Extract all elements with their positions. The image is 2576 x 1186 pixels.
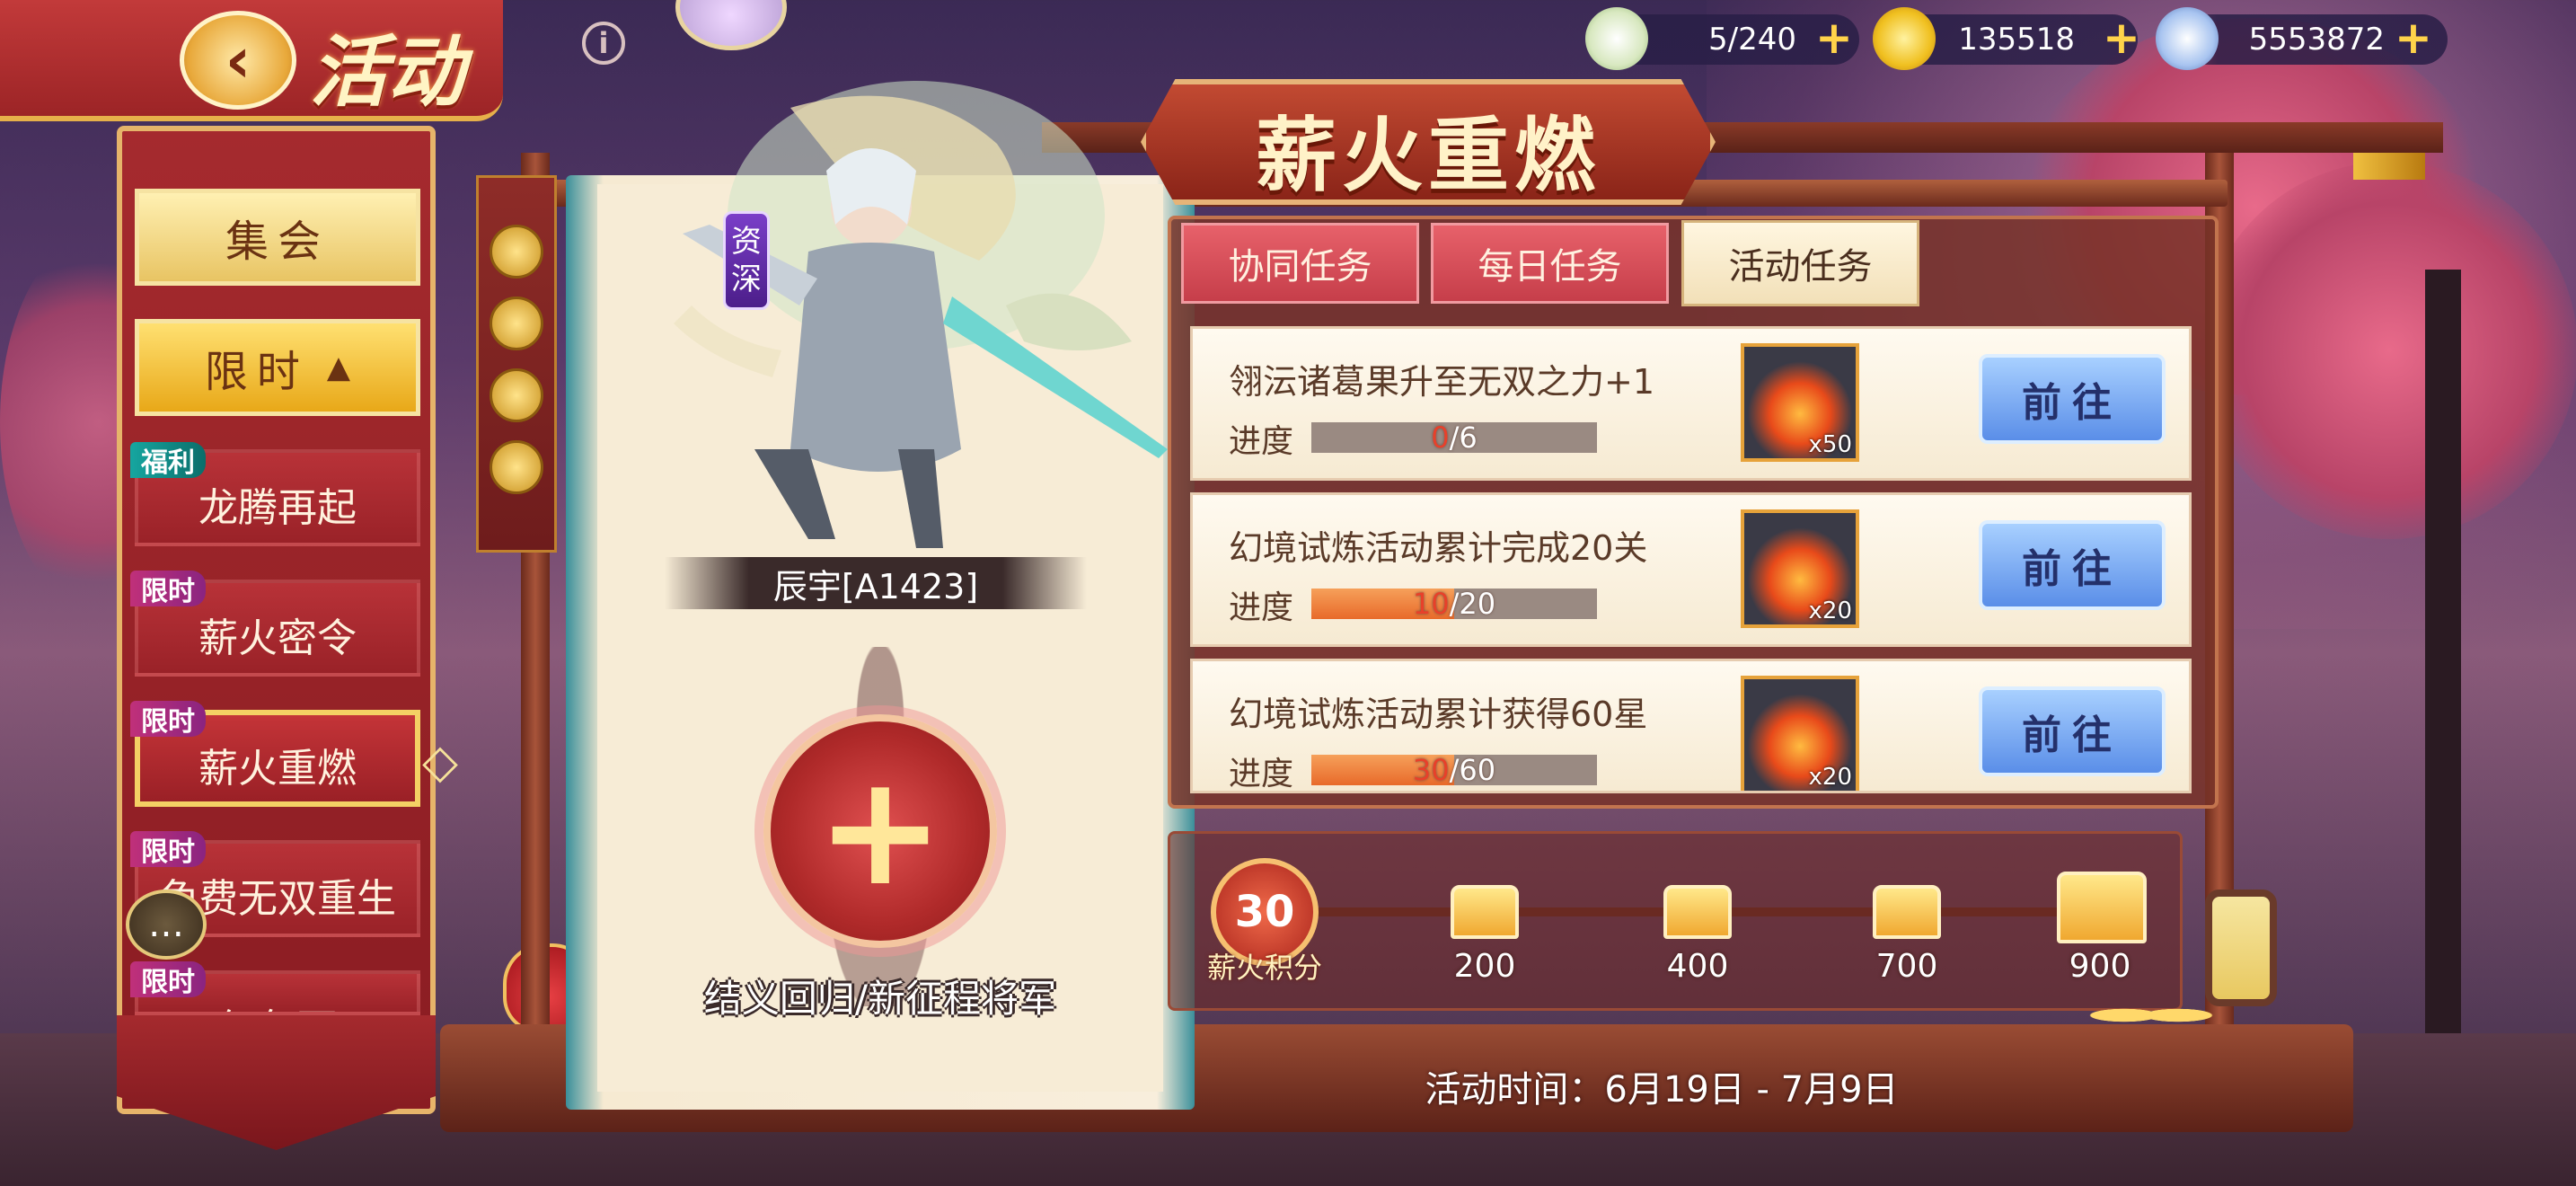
recruit-text: 结义回归/新征程将军 xyxy=(703,977,1057,1021)
badge-char: 深 xyxy=(731,261,762,297)
coin-icon xyxy=(490,296,543,350)
chat-button[interactable]: … xyxy=(126,890,207,960)
badge-char: 资 xyxy=(731,224,762,260)
task-row: 幻境试炼活动累计获得60星 进度 30/60 x20 前往 xyxy=(1190,659,2192,793)
hero-portrait[interactable] xyxy=(575,72,1204,575)
chest-icon[interactable] xyxy=(1663,885,1732,939)
coin-icon xyxy=(490,368,543,422)
silver-coin-icon xyxy=(2156,7,2219,70)
progress-current: 0 xyxy=(1431,420,1450,455)
task-name: 幻境试炼活动累计完成20关 xyxy=(1229,528,1648,568)
milestone-value: 900 xyxy=(2069,948,2131,985)
milestone-value: 700 xyxy=(1875,948,1938,985)
resource-value: 135518 xyxy=(1958,22,2075,58)
tab-daily-tasks[interactable]: 每日任务 xyxy=(1431,223,1669,304)
go-button[interactable]: 前往 xyxy=(1979,520,2166,610)
go-button[interactable]: 前往 xyxy=(1979,686,2166,776)
progress-label: 进度 xyxy=(1229,756,1294,792)
add-resource-button[interactable]: + xyxy=(1814,15,1854,60)
nav-group-limited[interactable]: 限时 ▲ xyxy=(135,319,420,416)
coin-icon xyxy=(490,225,543,279)
progress-text: 0/6 xyxy=(1311,422,1597,453)
coin-icon xyxy=(490,440,543,494)
reward-count: x20 xyxy=(1808,597,1852,624)
chat-bubble-icon: … xyxy=(148,904,184,945)
reward-fire-icon[interactable]: x50 xyxy=(1741,343,1859,462)
resource-value: 5553872 xyxy=(2248,22,2385,58)
tab-collab-tasks[interactable]: 协同任务 xyxy=(1181,223,1419,304)
info-icon[interactable]: i xyxy=(582,22,625,65)
progress-text: 10/20 xyxy=(1311,589,1597,619)
selected-indicator-icon: ◇ xyxy=(422,735,458,789)
gold-ingot-icon xyxy=(1873,7,1936,70)
reward-fire-icon[interactable]: x20 xyxy=(1741,509,1859,628)
progress-bar: 10/20 xyxy=(1311,589,1597,619)
task-name: 幻境试炼活动累计获得60星 xyxy=(1229,695,1648,734)
add-silver-button[interactable]: + xyxy=(2394,15,2433,60)
event-time: 活动时间：6月19日 - 7月9日 xyxy=(1425,1069,1899,1111)
progress-total: /20 xyxy=(1449,587,1496,621)
points-label: 薪火积分 xyxy=(1206,951,1322,985)
task-row: 幻境试炼活动累计完成20关 进度 10/20 x20 前往 xyxy=(1190,492,2192,647)
reward-count: x50 xyxy=(1808,431,1852,458)
task-row: 翎沄诸葛果升至无双之力+1 进度 0/6 x50 前往 xyxy=(1190,326,2192,481)
resource-value: 5/240 xyxy=(1708,22,1796,58)
panel-title: 薪火重燃 xyxy=(1256,108,1601,203)
nav-group-gathering[interactable]: 集会 xyxy=(135,189,420,286)
progress-current: 30 xyxy=(1412,753,1450,787)
progress-total: /6 xyxy=(1449,420,1478,455)
milestone-value: 200 xyxy=(1453,948,1516,985)
chevron-up-icon: ▲ xyxy=(326,350,351,385)
rank-badge: 资 深 xyxy=(723,211,770,310)
milestone-value: 400 xyxy=(1666,948,1729,985)
progress-label: 进度 xyxy=(1229,423,1294,460)
coins-pile-icon xyxy=(2084,997,2219,1033)
progress-bar: 0/6 xyxy=(1311,422,1597,453)
avatar[interactable] xyxy=(675,0,787,50)
blossom-tree xyxy=(2201,162,2576,539)
progress-current: 10 xyxy=(1412,587,1450,621)
roof-ornament xyxy=(2353,153,2425,180)
page-title: 活动 xyxy=(310,27,464,118)
tag-limited: 限时 xyxy=(130,571,206,607)
tab-event-tasks[interactable]: 活动任务 xyxy=(1681,220,1919,306)
progress-label: 进度 xyxy=(1229,589,1294,626)
go-button[interactable]: 前往 xyxy=(1979,354,2166,444)
reward-count: x20 xyxy=(1808,764,1852,791)
chest-icon[interactable] xyxy=(1873,885,1941,939)
task-name: 翎沄诸葛果升至无双之力+1 xyxy=(1229,362,1655,402)
plus-icon: + xyxy=(816,742,945,920)
add-gold-button[interactable]: + xyxy=(2102,15,2141,60)
progress-total: /60 xyxy=(1449,753,1496,787)
tag-welfare: 福利 xyxy=(130,442,206,479)
back-arrow-icon: ‹ xyxy=(225,23,251,97)
progress-text: 30/60 xyxy=(1311,755,1597,785)
nav-group-label: 限时 xyxy=(204,347,309,397)
tree-trunk xyxy=(2425,270,2461,1078)
chest-icon[interactable] xyxy=(1451,885,1519,939)
back-button[interactable]: ‹ xyxy=(180,11,296,110)
reward-fire-icon[interactable]: x20 xyxy=(1741,676,1859,791)
add-general-button[interactable]: + xyxy=(763,714,997,948)
tag-limited: 限时 xyxy=(130,701,206,738)
tag-limited: 限时 xyxy=(130,831,206,868)
tag-limited: 限时 xyxy=(130,961,206,998)
progress-bar: 30/60 xyxy=(1311,755,1597,785)
peach-bun-icon xyxy=(1585,7,1648,70)
hero-name: 辰宇[A1423] xyxy=(665,557,1087,609)
lantern-icon xyxy=(2205,890,2277,1006)
big-chest-icon[interactable] xyxy=(2057,872,2147,943)
